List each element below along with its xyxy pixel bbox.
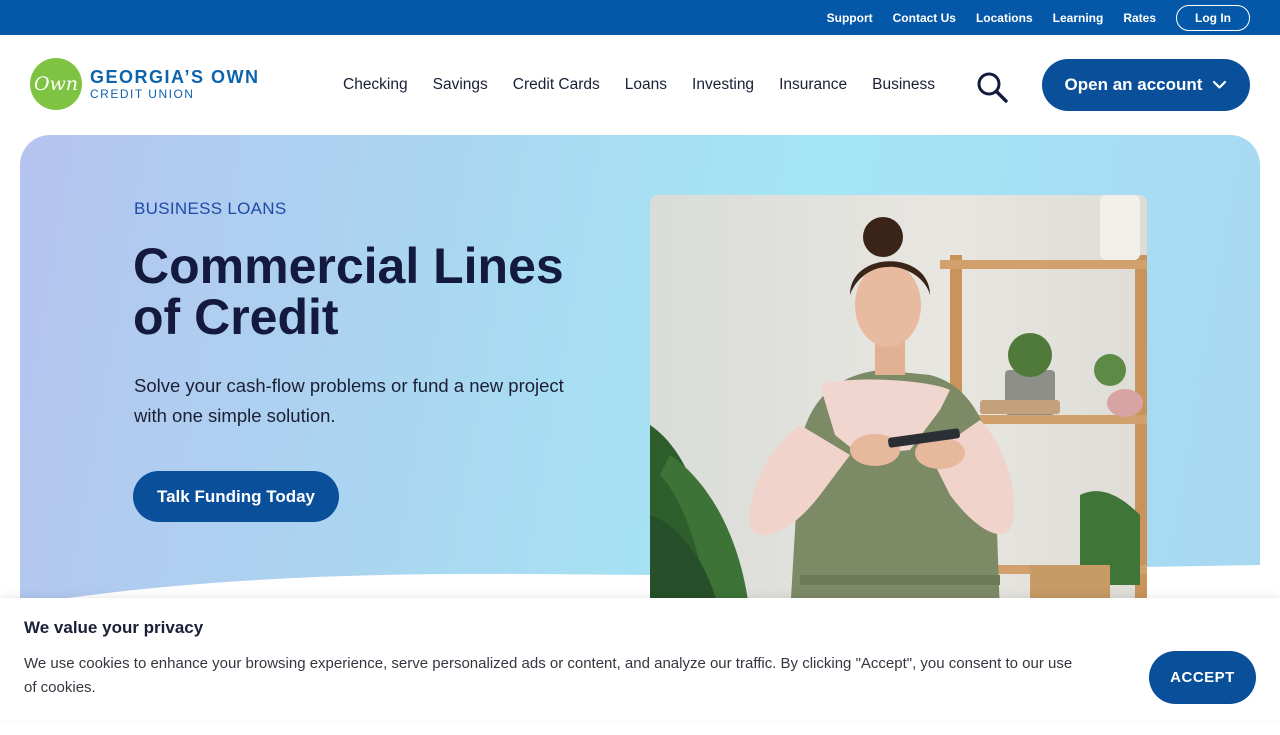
open-account-label: Open an account xyxy=(1064,75,1203,94)
cookie-body: We use cookies to enhance your browsing … xyxy=(24,655,1073,696)
utility-bar: Support Contact Us Locations Learning Ra… xyxy=(0,0,1280,35)
utility-links: Support Contact Us Locations Learning Ra… xyxy=(807,0,1250,35)
utility-link-contact-us[interactable]: Contact Us xyxy=(893,11,956,25)
talk-funding-button[interactable]: Talk Funding Today xyxy=(133,471,339,522)
nav-item-investing[interactable]: Investing xyxy=(692,76,754,94)
search-icon xyxy=(977,72,1008,103)
hero-eyebrow: BUSINESS LOANS xyxy=(134,199,287,218)
main-header: Own GEORGIA’S OWN CREDIT UNION Checking … xyxy=(0,35,1280,135)
nav-item-credit-cards[interactable]: Credit Cards xyxy=(513,76,600,94)
cookie-title: We value your privacy xyxy=(24,618,204,637)
hero-photo-illustration xyxy=(650,195,1147,615)
cookie-banner: We value your privacy We use cookies to … xyxy=(0,598,1280,720)
utility-link-support[interactable]: Support xyxy=(827,11,873,25)
open-account-button[interactable]: Open an account xyxy=(1042,59,1250,111)
accept-cookies-button[interactable]: ACCEPT xyxy=(1149,651,1256,704)
utility-link-learning[interactable]: Learning xyxy=(1053,11,1104,25)
utility-link-rates[interactable]: Rates xyxy=(1123,11,1156,25)
logo-wordmark: GEORGIA’S OWN CREDIT UNION xyxy=(90,68,260,100)
main-nav: Checking Savings Credit Cards Loans Inve… xyxy=(343,35,960,135)
hero-headline: Commercial Lines of Credit xyxy=(133,238,564,345)
logo-name-line1: GEORGIA’S OWN xyxy=(90,67,260,87)
nav-item-loans[interactable]: Loans xyxy=(625,76,667,94)
hero-subhead: Solve your cash-flow problems or fund a … xyxy=(134,375,564,426)
nav-item-savings[interactable]: Savings xyxy=(433,76,488,94)
utility-link-locations[interactable]: Locations xyxy=(976,11,1033,25)
logo[interactable]: Own GEORGIA’S OWN CREDIT UNION xyxy=(30,58,260,110)
search-button[interactable] xyxy=(975,70,1009,104)
login-button[interactable]: Log In xyxy=(1176,4,1250,31)
chevron-down-icon xyxy=(1213,80,1227,89)
hero-photo xyxy=(650,195,1147,615)
logo-name-line2: CREDIT UNION xyxy=(90,87,195,101)
nav-item-business[interactable]: Business xyxy=(872,76,935,94)
nav-item-insurance[interactable]: Insurance xyxy=(779,76,847,94)
logo-mark: Own xyxy=(30,58,82,110)
nav-item-checking[interactable]: Checking xyxy=(343,76,408,94)
